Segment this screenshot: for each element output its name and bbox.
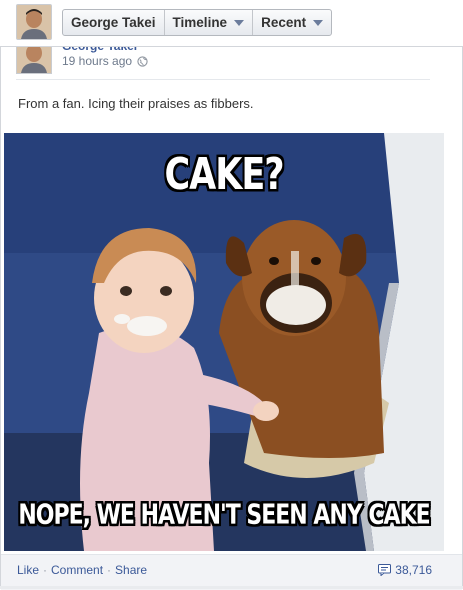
comment-bubble-icon	[378, 564, 392, 576]
meme-top-text: CAKE?	[164, 150, 284, 200]
crumb-label: Timeline	[172, 15, 228, 30]
author-avatar[interactable]	[16, 46, 52, 74]
comment-count-value: 38,716	[395, 563, 432, 577]
crumb-profile-name[interactable]: George Takei	[63, 10, 164, 35]
post-actions: Like · Comment · Share	[17, 563, 147, 577]
timeline-post: George Takei 19 hours ago From a fan. Ic…	[0, 39, 463, 590]
globe-icon[interactable]	[137, 55, 148, 67]
timeline-breadcrumb: George Takei Timeline Recent	[62, 9, 333, 36]
chevron-down-icon	[313, 19, 324, 26]
comment-count[interactable]: 38,716	[378, 563, 432, 577]
separator: ·	[43, 563, 48, 577]
crumb-timeline-dropdown[interactable]: Timeline	[163, 10, 253, 35]
meme-bottom-text: NOPE, WE HAVEN'T SEEN ANY CAKE	[18, 499, 430, 532]
header-divider	[16, 79, 430, 80]
post-timestamp[interactable]: 19 hours ago	[62, 54, 132, 68]
post-caption: From a fan. Icing their praises as fibbe…	[18, 96, 254, 111]
profile-avatar[interactable]	[16, 4, 52, 40]
crumb-label: George Takei	[71, 15, 156, 30]
chevron-down-icon	[234, 19, 245, 26]
separator: ·	[107, 563, 112, 577]
post-footer: Like · Comment · Share 38,716	[1, 554, 462, 590]
post-meta: 19 hours ago	[62, 54, 148, 68]
comment-link[interactable]: Comment	[51, 563, 103, 577]
crumb-recent-dropdown[interactable]: Recent	[252, 10, 331, 35]
like-link[interactable]: Like	[17, 563, 39, 577]
post-photo[interactable]: CAKE? NOPE, WE HAVEN'T SEEN ANY CAKE	[4, 133, 444, 551]
share-link[interactable]: Share	[115, 563, 147, 577]
crumb-label: Recent	[261, 15, 307, 30]
timeline-header: George Takei Timeline Recent	[0, 0, 463, 47]
